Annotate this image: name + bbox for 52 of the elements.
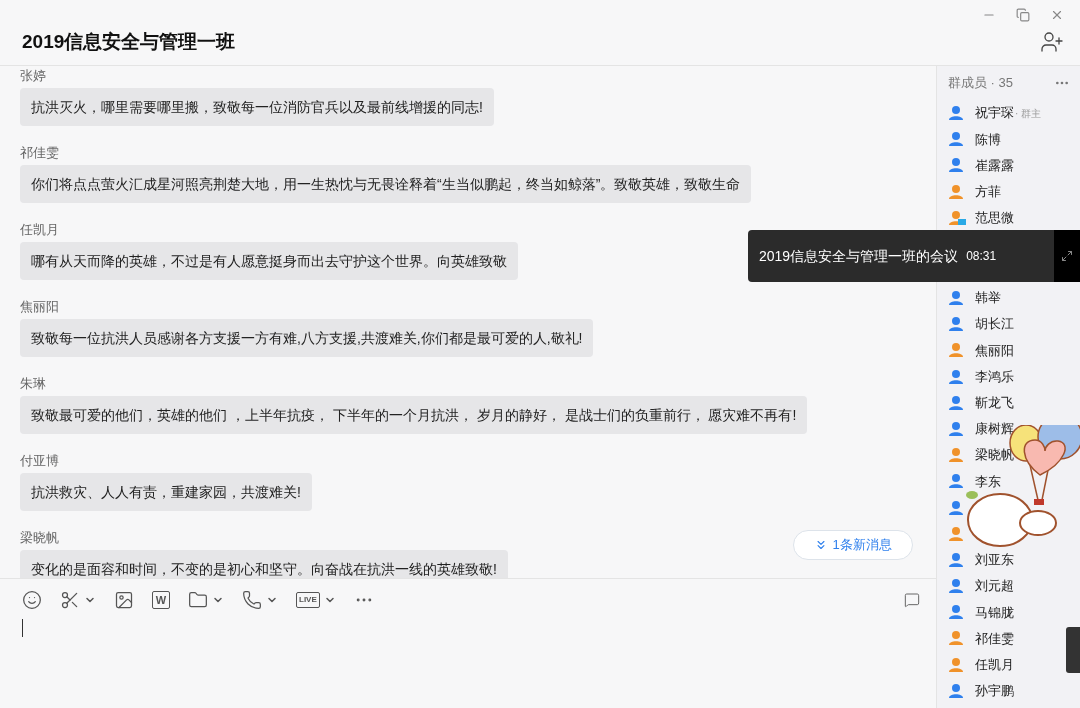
message-bubble: 致敬每一位抗洪人员感谢各方支援一方有难,八方支援,共渡难关,你们都是最可爱的人,敬礼! <box>20 319 594 357</box>
phone-icon[interactable] <box>242 590 262 610</box>
restore-icon[interactable] <box>1016 8 1030 22</box>
member-name: 范思微 <box>975 209 1014 228</box>
message-bubble: 抗洪救灾、人人有责，重建家园，共渡难关! <box>20 473 312 511</box>
member-name: 李鸿乐 <box>975 367 1014 386</box>
meeting-title: 2019信息安全与管理一班的会议 <box>758 246 959 266</box>
member-name: 方菲 <box>975 182 1001 201</box>
member-name: 任凯月 <box>975 655 1014 674</box>
member-name: 韩举 <box>975 289 1001 308</box>
message-bubble: 抗洪灭火，哪里需要哪里搬，致敬每一位消防官兵以及最前线增援的同志! <box>20 88 494 126</box>
close-icon[interactable] <box>1050 8 1064 22</box>
member-name: 胡长江 <box>975 315 1014 334</box>
image-icon[interactable] <box>114 590 134 610</box>
member-name: 崔露露 <box>975 156 1014 175</box>
sender-name: 任凯月 <box>20 222 59 238</box>
message-bubble: 变化的是面容和时间，不变的是初心和坚守。向奋战在抗洪一线的英雄致敬! <box>20 550 508 578</box>
word-file-button[interactable]: W <box>152 591 170 609</box>
sender-name: 梁晓帆 <box>20 530 59 546</box>
member-name: 焦丽阳 <box>975 341 1014 360</box>
sender-name: 焦丽阳 <box>20 299 59 315</box>
scissors-icon[interactable] <box>60 590 80 610</box>
member-name: 祝宇琛 <box>975 104 1014 123</box>
sender-name: 张婷 <box>20 68 46 84</box>
live-button[interactable]: LIVE <box>296 592 320 608</box>
member-count: 群成员 · 35 <box>948 74 1013 93</box>
sender-name: 付亚博 <box>20 453 59 469</box>
member-name: 刘亚东 <box>975 551 1014 570</box>
emoji-icon[interactable] <box>22 590 42 610</box>
member-name: 刘元超 <box>975 577 1014 596</box>
sender-name: 祁佳雯 <box>20 145 59 161</box>
member-name: 靳龙飞 <box>975 394 1014 413</box>
member-name: 梁晓帆 <box>975 446 1014 465</box>
message-bubble: 哪有从天而降的英雄，不过是有人愿意挺身而出去守护这个世界。向英雄致敬 <box>20 242 518 280</box>
owner-tag: · 群主 <box>1015 105 1042 121</box>
expand-icon[interactable] <box>1061 250 1073 262</box>
meeting-banner[interactable]: 2019信息安全与管理一班的会议 08:31 <box>748 230 1080 282</box>
sender-name: 朱琳 <box>20 376 46 392</box>
chat-record-icon[interactable] <box>904 592 920 608</box>
window-title: 2019信息安全与管理一班 <box>22 30 236 54</box>
member-name: 孙宇鹏 <box>975 682 1014 701</box>
new-messages-button[interactable]: 1条新消息 <box>793 530 913 560</box>
member-name: 李东 <box>975 472 1001 491</box>
member-name: 陈博 <box>975 130 1001 149</box>
message-bubble: 致敬最可爱的他们，英雄的他们 ，上半年抗疫， 下半年的一个月抗洪， 岁月的静好， 是战士们的负重前行， 愿灾难不再有! <box>20 396 808 434</box>
message-bubble: 你们将点点萤火汇成星河照亮荆楚大地，用一生热忱与无畏诠释着“生当似鹏起，终当如鲸落”。致敬英雄，致敬生命 <box>20 165 752 203</box>
member-name: 康树辉 <box>975 420 1014 439</box>
meeting-time: 08:31 <box>966 248 997 265</box>
folder-icon[interactable] <box>188 590 208 610</box>
member-name: 马锦胧 <box>975 603 1014 622</box>
member-name: 祁佳雯 <box>975 629 1014 648</box>
side-handle[interactable] <box>1066 627 1080 673</box>
